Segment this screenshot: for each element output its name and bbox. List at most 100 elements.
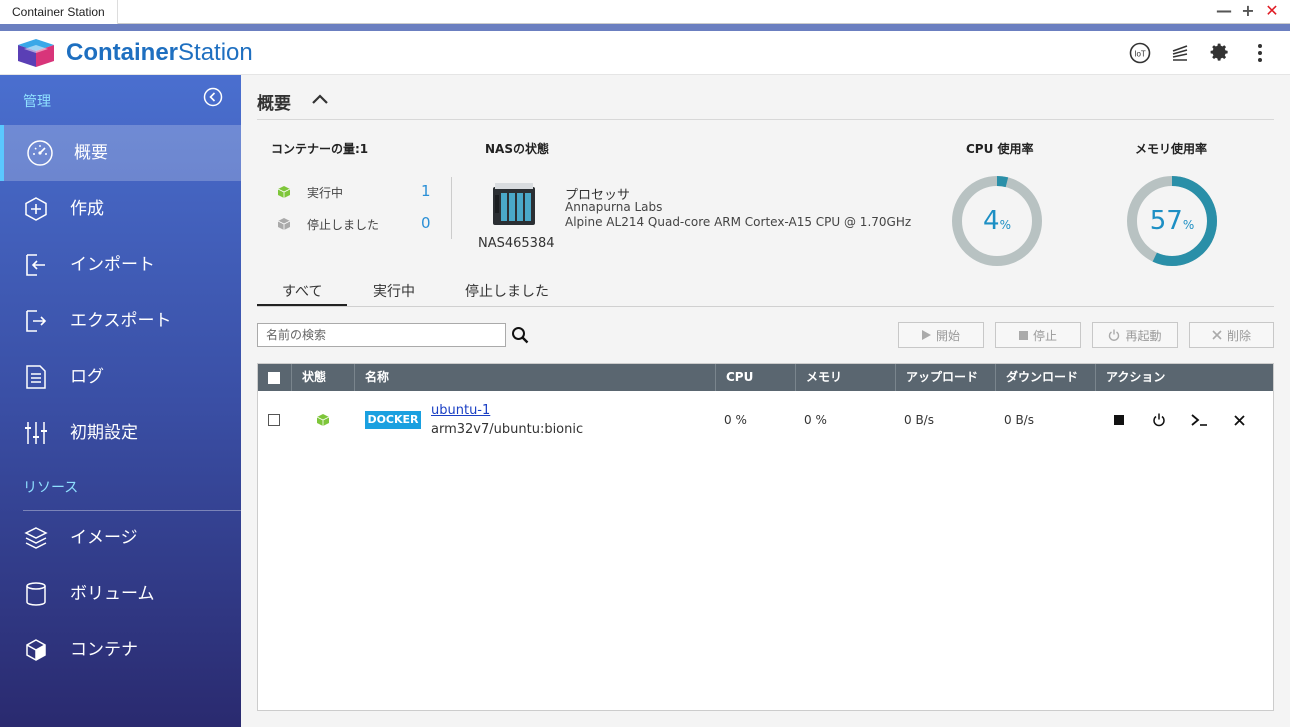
sidebar: 管理 概要 作成 インポート エクスポート ログ 初期設定 リソース イメージ … [0, 75, 241, 727]
container-name-link[interactable]: ubuntu-1 [431, 403, 490, 418]
sidebar-item-import[interactable]: インポート [0, 237, 241, 293]
restart-button-label: 再起動 [1125, 328, 1162, 343]
column-status[interactable]: 状態 [291, 364, 354, 391]
sidebar-item-label: イメージ [70, 528, 138, 548]
column-name[interactable]: 名称 [354, 364, 715, 391]
sidebar-item-label: 初期設定 [70, 423, 138, 443]
column-memory[interactable]: メモリ [795, 364, 895, 391]
sidebar-item-label: エクスポート [70, 311, 172, 331]
processor-vendor: Annapurna Labs [565, 200, 663, 214]
import-icon [22, 251, 50, 279]
sidebar-item-overview[interactable]: 概要 [0, 125, 241, 181]
nas-name: NAS465384 [478, 236, 555, 251]
window-controls: — + ✕ [1216, 2, 1280, 20]
sidebar-item-containers[interactable]: コンテナ [0, 622, 241, 678]
tab-stopped[interactable]: 停止しました [465, 281, 549, 307]
nas-device-icon [493, 183, 535, 225]
select-all-checkbox[interactable] [268, 372, 280, 384]
sidebar-item-volumes[interactable]: ボリューム [0, 566, 241, 622]
running-cube-icon [277, 186, 291, 198]
restart-button[interactable]: 再起動 [1092, 322, 1178, 348]
collapse-sidebar-icon[interactable] [203, 87, 223, 107]
layers-icon [22, 524, 50, 552]
start-button[interactable]: 開始 [898, 322, 984, 348]
row-stop-icon[interactable] [1111, 412, 1127, 428]
sidebar-section-manage: 管理 [23, 93, 51, 109]
column-download[interactable]: ダウンロード [995, 364, 1095, 391]
sidebar-item-label: コンテナ [70, 640, 138, 660]
overview-title: 概要 [257, 94, 291, 114]
container-image: arm32v7/ubuntu:bionic [431, 422, 584, 437]
row-terminal-icon[interactable] [1191, 412, 1207, 428]
maximize-button[interactable]: + [1240, 2, 1256, 20]
download-cell: 0 B/s [1004, 413, 1034, 427]
database-icon [22, 580, 50, 608]
container-table: 状態 名称 CPU メモリ アップロード ダウンロード アクション DOCKER… [257, 363, 1274, 711]
close-button[interactable]: ✕ [1264, 2, 1280, 20]
sidebar-item-create[interactable]: 作成 [0, 181, 241, 237]
minimize-button[interactable]: — [1216, 2, 1232, 20]
active-tab-indicator [257, 304, 347, 306]
sidebar-item-log[interactable]: ログ [0, 349, 241, 405]
nas-separator [451, 177, 452, 239]
running-status-icon [316, 414, 330, 426]
search-input[interactable] [257, 323, 506, 347]
stop-button-label: 停止 [1032, 328, 1057, 343]
window-accent-bar [0, 24, 1290, 31]
dashboard-icon [26, 139, 54, 167]
sidebar-item-label: 作成 [70, 199, 104, 219]
chevron-up-icon[interactable] [311, 91, 329, 107]
docker-badge: DOCKER [365, 411, 421, 429]
sidebar-item-export[interactable]: エクスポート [0, 293, 241, 349]
cpu-usage-label: CPU 使用率 [966, 142, 1034, 156]
window-titlebar: Container Station — + ✕ [0, 0, 1290, 24]
table-header: 状態 名称 CPU メモリ アップロード ダウンロード アクション [258, 364, 1273, 391]
tab-running[interactable]: 実行中 [373, 281, 415, 307]
cpu-usage-number: 4 [983, 206, 1000, 236]
app-header: ContainerStation IoT [0, 31, 1290, 75]
memory-usage-percent-sign: % [1182, 218, 1195, 232]
sidebar-item-label: 概要 [74, 143, 108, 163]
row-checkbox[interactable] [268, 414, 280, 426]
stack-icon[interactable] [1168, 41, 1192, 65]
sidebar-item-preferences[interactable]: 初期設定 [0, 405, 241, 461]
running-label: 実行中 [307, 186, 344, 200]
play-icon [921, 330, 931, 340]
sidebar-section-resources: リソース [23, 479, 79, 495]
delete-button[interactable]: 削除 [1189, 322, 1274, 348]
app-brand: ContainerStation [66, 39, 253, 67]
column-cpu[interactable]: CPU [715, 364, 795, 391]
plus-icon [22, 195, 50, 223]
table-row[interactable]: DOCKER ubuntu-1 arm32v7/ubuntu:bionic 0 … [258, 391, 1273, 449]
stop-icon [1018, 330, 1028, 340]
column-actions: アクション [1095, 364, 1273, 391]
running-count: 1 [421, 182, 431, 200]
sidebar-item-images[interactable]: イメージ [0, 510, 241, 566]
cpu-usage-percent-sign: % [999, 218, 1011, 232]
cpu-cell: 0 % [724, 413, 747, 427]
memory-usage-value: 57% [1126, 206, 1218, 240]
memory-usage-label: メモリ使用率 [1135, 142, 1208, 156]
log-icon [22, 363, 50, 391]
search-icon[interactable] [511, 326, 529, 344]
header-actions: IoT [1128, 41, 1272, 65]
export-icon [22, 307, 50, 335]
sidebar-item-label: ボリューム [70, 584, 155, 604]
column-upload[interactable]: アップロード [895, 364, 995, 391]
cube-icon [22, 636, 50, 664]
brand-thin: Station [178, 39, 253, 66]
iot-icon[interactable]: IoT [1128, 41, 1152, 65]
stop-button[interactable]: 停止 [995, 322, 1081, 348]
container-station-logo-icon [18, 39, 54, 67]
memory-cell: 0 % [804, 413, 827, 427]
iot-icon-label: IoT [1134, 50, 1146, 59]
processor-model: Alpine AL214 Quad-core ARM Cortex-A15 CP… [565, 215, 912, 229]
row-restart-icon[interactable] [1151, 412, 1167, 428]
main-content: 概要 コンテナーの量:1 実行中 1 停止しました 0 NASの状態 NAS46… [241, 75, 1290, 727]
delete-button-label: 削除 [1226, 328, 1251, 343]
gear-icon[interactable] [1208, 41, 1232, 65]
row-delete-icon[interactable] [1231, 412, 1247, 428]
overview-divider [257, 119, 1274, 120]
more-icon[interactable] [1248, 41, 1272, 65]
window-tab-title[interactable]: Container Station [0, 0, 118, 24]
